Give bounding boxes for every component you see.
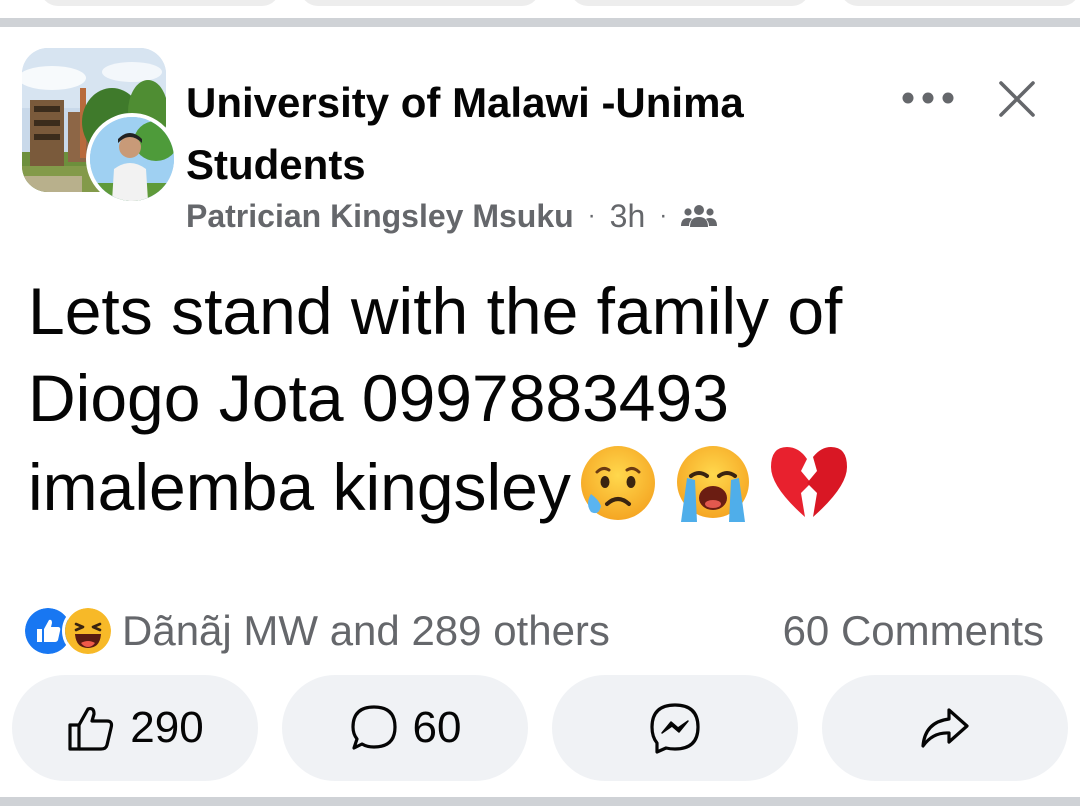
messenger-icon: [650, 703, 700, 754]
loudly-crying-emoji: [676, 446, 749, 522]
comment-button[interactable]: 60: [282, 675, 528, 781]
post-separator: [0, 18, 1080, 27]
previous-post-button-edge: [840, 0, 1080, 6]
send-button[interactable]: [552, 675, 798, 781]
more-options-button[interactable]: [896, 74, 960, 122]
sad-tear-emoji: [580, 446, 655, 520]
like-button[interactable]: 290: [12, 675, 258, 781]
previous-post-button-edge: [570, 0, 810, 6]
share-icon: [921, 708, 969, 748]
post-text-line: Lets stand with the family of: [28, 274, 843, 348]
post-meta: Patrician Kingsley Msuku · 3h ·: [186, 196, 718, 236]
more-options-icon: [902, 92, 954, 104]
meta-separator: ·: [587, 202, 596, 229]
post-text: Lets stand with the family of Diogo Jota…: [28, 268, 1028, 531]
author-avatar[interactable]: [86, 113, 178, 205]
comment-icon: [350, 705, 397, 750]
meta-separator: ·: [659, 202, 668, 229]
close-icon: [999, 81, 1035, 117]
group-name[interactable]: University of Malawi -Unima Students: [186, 72, 876, 196]
reaction-icons: [22, 605, 114, 657]
post-text-line: imalemba kingsley: [28, 450, 571, 524]
haha-reaction-icon: [62, 605, 114, 657]
post-text-line: Diogo Jota 0997883493: [28, 361, 729, 435]
reactions-summary[interactable]: Dãnãj MW and 289 others: [22, 604, 610, 658]
like-count: 290: [130, 703, 204, 752]
post-actions: 290 60: [0, 675, 1080, 781]
post-time[interactable]: 3h: [610, 198, 646, 235]
comments-count[interactable]: 60 Comments: [783, 604, 1044, 658]
reactions-summary-text: Dãnãj MW and 289 others: [122, 607, 610, 654]
previous-post-remnants: [0, 0, 1080, 10]
share-button[interactable]: [822, 675, 1068, 781]
previous-post-button-edge: [40, 0, 280, 6]
post-separator: [0, 797, 1080, 806]
broken-heart-emoji: [770, 447, 847, 517]
thumbs-up-icon: [68, 706, 114, 751]
close-button[interactable]: [990, 72, 1044, 126]
comment-count: 60: [412, 703, 462, 752]
group-members-icon: [681, 203, 718, 229]
author-name[interactable]: Patrician Kingsley Msuku: [186, 198, 574, 235]
previous-post-button-edge: [300, 0, 540, 6]
